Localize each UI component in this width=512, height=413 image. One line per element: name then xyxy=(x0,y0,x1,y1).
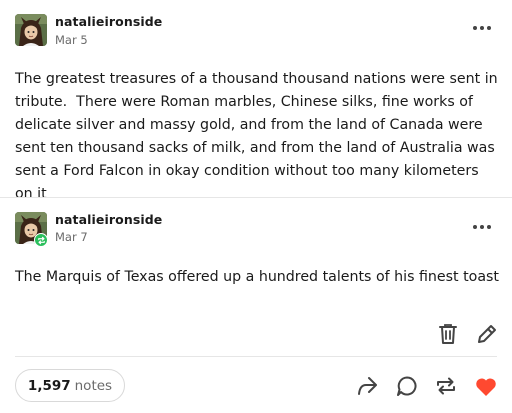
edit-button[interactable] xyxy=(475,322,499,346)
like-button[interactable] xyxy=(474,375,498,399)
avatar-icon xyxy=(15,14,47,46)
reblog-badge xyxy=(34,233,48,247)
post-username[interactable]: natalieironside xyxy=(55,14,162,29)
more-options-button[interactable] xyxy=(470,22,494,34)
delete-button[interactable] xyxy=(436,322,460,346)
post-date[interactable]: Mar 5 xyxy=(55,33,88,47)
more-options-icon xyxy=(473,26,477,30)
trash-icon xyxy=(439,324,457,344)
like-icon xyxy=(476,378,496,396)
more-options-button[interactable] xyxy=(470,221,494,233)
reblog-badge-icon xyxy=(37,236,45,244)
more-options-dot xyxy=(480,26,484,30)
post-body: The Marquis of Texas offered up a hundre… xyxy=(15,269,499,285)
more-options-dot xyxy=(480,225,484,229)
post-body: The greatest treasures of a thousand tho… xyxy=(15,71,503,202)
more-options-icon xyxy=(473,225,477,229)
post-date[interactable]: Mar 7 xyxy=(55,230,88,244)
notes-label: notes xyxy=(74,377,113,394)
share-button[interactable] xyxy=(355,374,379,398)
reblog-button[interactable] xyxy=(434,374,458,398)
post-divider xyxy=(0,197,512,198)
avatar[interactable] xyxy=(15,14,47,46)
reblog-icon xyxy=(437,377,455,395)
footer-divider xyxy=(15,356,497,357)
notes-count: 1,597 xyxy=(27,377,71,394)
pencil-icon xyxy=(478,325,496,343)
notes-button[interactable]: 1,597 notes xyxy=(15,369,125,402)
post-username[interactable]: natalieironside xyxy=(55,212,162,227)
share-icon xyxy=(358,377,377,395)
more-options-dot xyxy=(487,225,491,229)
more-options-dot xyxy=(487,26,491,30)
reply-icon xyxy=(397,376,417,396)
reply-button[interactable] xyxy=(395,374,419,398)
